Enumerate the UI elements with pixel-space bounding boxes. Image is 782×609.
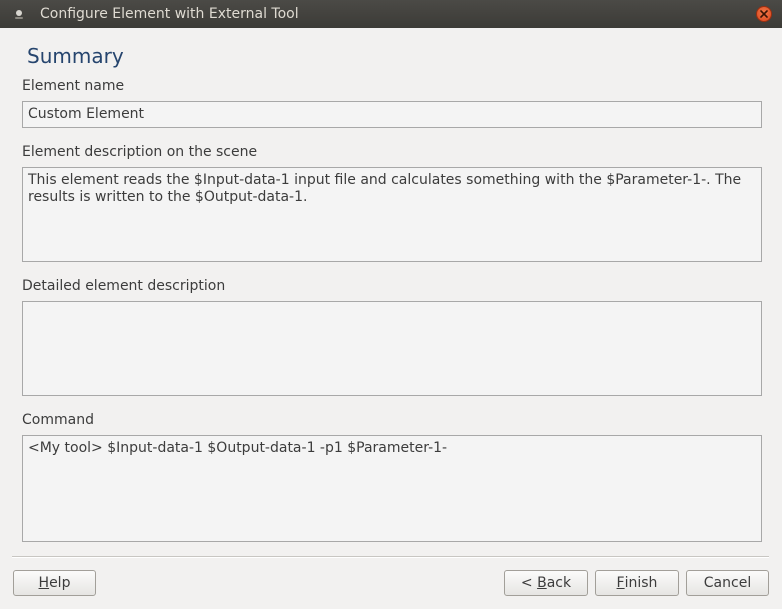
scene-description-label: Element description on the scene — [22, 144, 258, 160]
detailed-description-field[interactable] — [22, 301, 762, 396]
command-label: Command — [22, 412, 94, 428]
title-bar[interactable]: Configure Element with External Tool — [0, 0, 782, 28]
finish-mnemonic: F — [616, 575, 625, 591]
back-button[interactable]: < Back — [504, 570, 588, 596]
help-mnemonic: H — [38, 575, 50, 591]
dialog-window: Configure Element with External Tool Sum… — [0, 0, 782, 609]
close-icon[interactable] — [756, 6, 772, 22]
window-title: Configure Element with External Tool — [40, 6, 299, 22]
back-prefix: < — [520, 575, 538, 591]
finish-label-rest: inish — [624, 575, 658, 591]
app-dot-icon — [13, 8, 25, 20]
cancel-label: Cancel — [703, 575, 752, 591]
element-name-field[interactable]: Custom Element — [22, 101, 762, 128]
element-name-label: Element name — [22, 78, 125, 94]
page-title: Summary — [27, 44, 124, 68]
cancel-button[interactable]: Cancel — [686, 570, 769, 596]
help-label-rest: elp — [49, 575, 71, 591]
detailed-description-label: Detailed element description — [22, 278, 226, 294]
command-field[interactable]: <My tool> $Input-data-1 $Output-data-1 -… — [22, 435, 762, 542]
finish-button[interactable]: Finish — [595, 570, 679, 596]
divider — [12, 556, 769, 558]
dialog-content: Summary Element name Custom Element Elem… — [0, 28, 782, 609]
back-label-rest: ack — [546, 575, 572, 591]
help-button[interactable]: Help — [13, 570, 96, 596]
scene-description-field[interactable]: This element reads the $Input-data-1 inp… — [22, 167, 762, 262]
back-mnemonic: B — [537, 575, 547, 591]
